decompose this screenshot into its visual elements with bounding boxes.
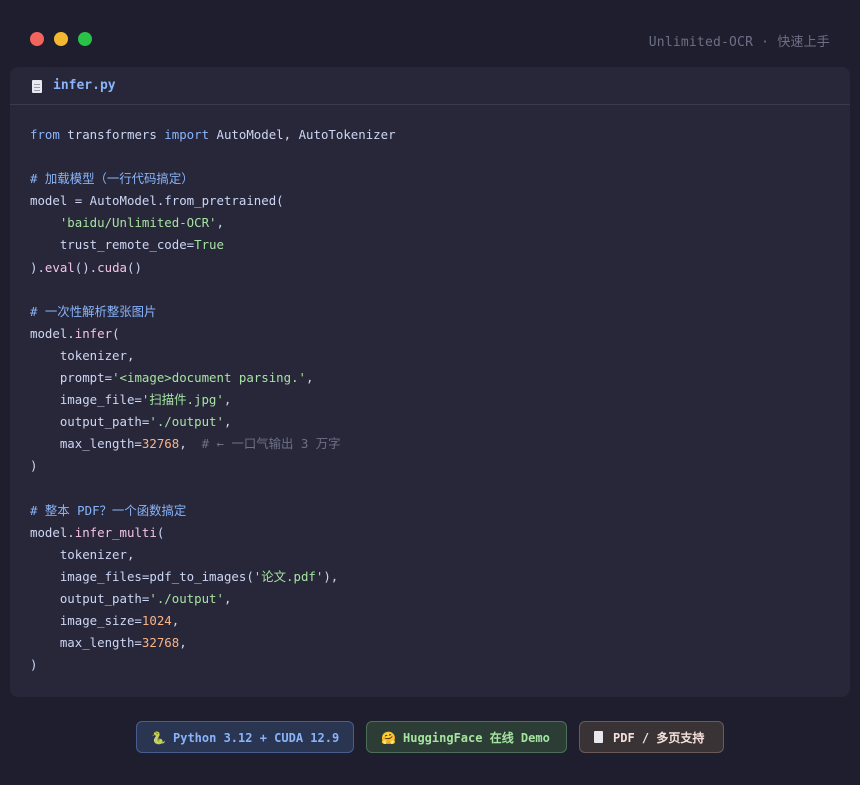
code-token: prompt= bbox=[30, 370, 113, 386]
badge-label: Python 3.12 + CUDA 12.9 bbox=[173, 731, 340, 745]
window-titlebar: Unlimited-OCR · 快速上手 bbox=[0, 0, 860, 68]
code-block[interactable]: from transformers import AutoModel, Auto… bbox=[30, 124, 396, 676]
code-token: image_files=pdf_to_images( bbox=[30, 568, 254, 584]
python-cuda-badge[interactable]: 🐍 Python 3.12 + CUDA 12.9 bbox=[136, 721, 354, 753]
code-token: 32768 bbox=[141, 436, 180, 452]
huggingface-demo-badge[interactable]: 🤗 HuggingFace 在线 Demo bbox=[366, 721, 567, 753]
code-token: max_length= bbox=[30, 436, 142, 452]
code-token: 32768 bbox=[141, 635, 180, 651]
code-token: , bbox=[171, 613, 180, 629]
code-token: , bbox=[216, 215, 224, 231]
code-line: ).eval().cuda() bbox=[30, 257, 396, 279]
code-token: model. bbox=[30, 524, 75, 540]
code-token: ) bbox=[30, 458, 38, 474]
code-token: 1024 bbox=[141, 613, 172, 629]
close-window-button[interactable] bbox=[30, 32, 44, 46]
badge-label: PDF / 多页支持 bbox=[613, 731, 705, 745]
code-token: ( bbox=[112, 325, 120, 341]
code-line: ) bbox=[30, 654, 396, 676]
code-line: # 一次性解析整张图片 bbox=[30, 301, 396, 323]
code-token: , bbox=[306, 370, 314, 386]
code-comment: # 一次性解析整张图片 bbox=[30, 303, 157, 319]
code-token: './output' bbox=[149, 590, 224, 606]
code-editor-panel: infer.py from transformers import AutoMo… bbox=[10, 67, 850, 697]
code-token: output_path= bbox=[30, 414, 150, 430]
code-token: model = AutoModel.from_pretrained( bbox=[30, 193, 284, 209]
code-token: transformers bbox=[59, 127, 165, 142]
code-token: '<image>document parsing.' bbox=[112, 370, 307, 386]
python-icon: 🐍 bbox=[151, 731, 166, 745]
code-line: # 整本 PDF？一个函数搞定 bbox=[30, 500, 396, 522]
maximize-window-button[interactable] bbox=[78, 32, 92, 46]
code-line: from transformers import AutoModel, Auto… bbox=[30, 124, 396, 146]
minimize-window-button[interactable] bbox=[54, 32, 68, 46]
code-token: image_size= bbox=[30, 613, 142, 629]
code-line: prompt='<image>document parsing.', bbox=[30, 367, 396, 389]
code-token: (). bbox=[74, 259, 98, 275]
tab-filename: infer.py bbox=[53, 78, 116, 93]
code-token: , bbox=[223, 414, 232, 430]
code-token: 'baidu/Unlimited-OCR' bbox=[59, 215, 217, 231]
code-token: model. bbox=[30, 325, 75, 341]
code-comment: # 加载模型（一行代码搞定） bbox=[30, 171, 194, 187]
code-token: ). bbox=[30, 259, 45, 275]
code-line: max_length=32768, # ← 一口气输出 3 万字 bbox=[30, 433, 396, 455]
code-token: , bbox=[223, 392, 232, 408]
code-token: AutoModel, AutoTokenizer bbox=[209, 127, 396, 142]
code-line: image_size=1024, bbox=[30, 610, 396, 632]
code-line: output_path='./output', bbox=[30, 588, 396, 610]
code-token: () bbox=[127, 259, 142, 275]
code-token: infer bbox=[74, 325, 113, 341]
code-token: tokenizer, bbox=[30, 347, 135, 363]
code-token: trust_remote_code= bbox=[30, 237, 195, 253]
code-line: 'baidu/Unlimited-OCR', bbox=[30, 212, 396, 234]
code-line: output_path='./output', bbox=[30, 411, 396, 433]
code-line: trust_remote_code=True bbox=[30, 234, 396, 256]
code-token: '扫描件.jpg' bbox=[141, 392, 224, 408]
code-token: ( bbox=[156, 524, 165, 540]
code-line: ) bbox=[30, 455, 396, 477]
code-token: from bbox=[30, 127, 60, 142]
code-token: , bbox=[179, 635, 187, 651]
editor-tab[interactable]: infer.py bbox=[10, 67, 850, 105]
code-token: image_file= bbox=[30, 392, 142, 408]
code-line: # 加载模型（一行代码搞定） bbox=[30, 168, 396, 190]
badge-label: HuggingFace 在线 Demo bbox=[403, 731, 550, 745]
file-icon bbox=[32, 80, 42, 93]
code-token: cuda bbox=[97, 259, 127, 275]
code-token: output_path= bbox=[30, 590, 150, 606]
code-line: tokenizer, bbox=[30, 345, 396, 367]
code-token: './output' bbox=[149, 414, 224, 430]
code-line: model.infer( bbox=[30, 323, 396, 345]
code-token: infer_multi bbox=[74, 524, 157, 540]
code-line: model = AutoModel.from_pretrained( bbox=[30, 190, 396, 212]
document-icon bbox=[594, 731, 603, 743]
window-title: Unlimited-OCR · 快速上手 bbox=[648, 35, 830, 50]
code-token: , bbox=[179, 436, 202, 452]
code-token: , bbox=[223, 590, 232, 606]
pdf-support-badge[interactable]: PDF / 多页支持 bbox=[579, 721, 724, 753]
huggingface-icon: 🤗 bbox=[381, 731, 396, 745]
code-token: eval bbox=[44, 259, 75, 275]
code-token: import bbox=[164, 127, 210, 142]
code-token: True bbox=[194, 237, 224, 253]
code-token: tokenizer, bbox=[30, 546, 135, 562]
code-line: tokenizer, bbox=[30, 544, 396, 566]
code-token: max_length= bbox=[30, 635, 142, 651]
code-token: ), bbox=[323, 568, 339, 584]
code-comment: # 整本 PDF？一个函数搞定 bbox=[30, 502, 187, 518]
code-line: image_file='扫描件.jpg', bbox=[30, 389, 396, 411]
code-token: ) bbox=[30, 657, 38, 673]
code-line: image_files=pdf_to_images('论文.pdf'), bbox=[30, 566, 396, 588]
code-line: model.infer_multi( bbox=[30, 522, 396, 544]
badge-row: 🐍 Python 3.12 + CUDA 12.9 🤗 HuggingFace 在线… bbox=[0, 721, 860, 755]
code-comment: # ← 一口气输出 3 万字 bbox=[201, 436, 341, 452]
code-line: max_length=32768, bbox=[30, 632, 396, 654]
code-token: '论文.pdf' bbox=[253, 568, 324, 584]
